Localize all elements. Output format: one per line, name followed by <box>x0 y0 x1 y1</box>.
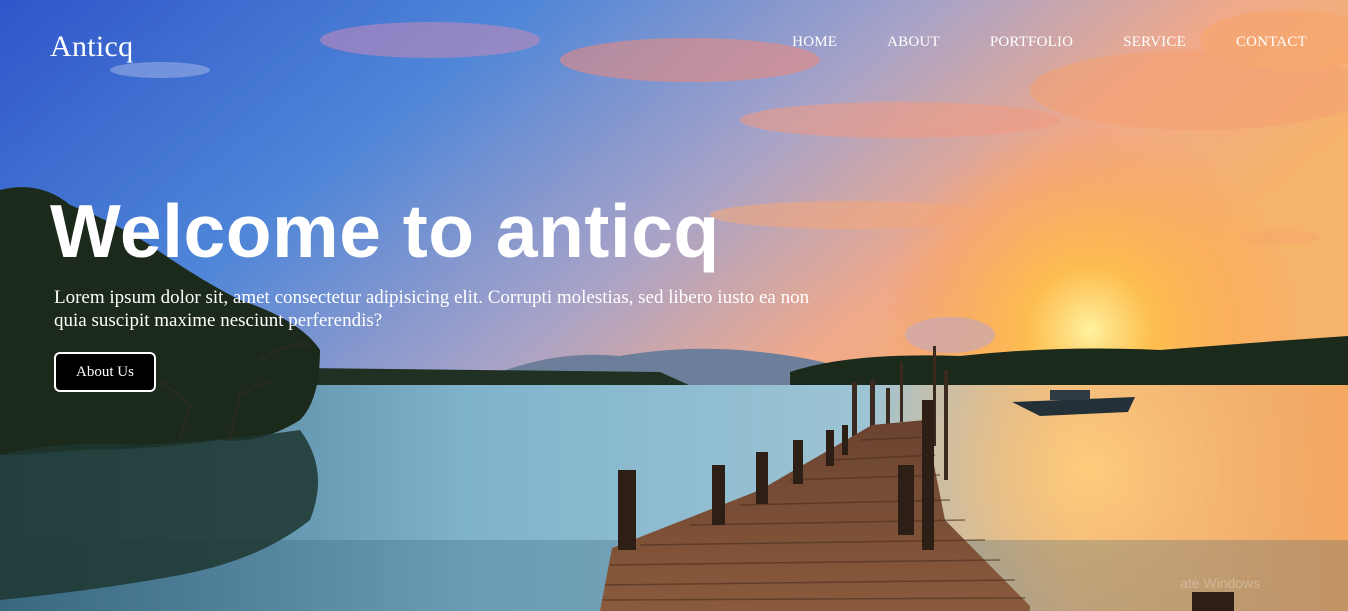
hero-section: Anticq HOME ABOUT PORTFOLIO SERVICE CONT… <box>0 0 1348 611</box>
activate-windows-watermark: ate Windows <box>1180 575 1261 591</box>
hero-title: Welcome to anticq <box>50 189 720 273</box>
nav-item-home[interactable]: HOME <box>792 34 837 51</box>
nav-item-contact[interactable]: CONTACT <box>1236 34 1307 51</box>
nav-item-about[interactable]: ABOUT <box>887 34 940 51</box>
site-logo[interactable]: Anticq <box>50 30 133 64</box>
nav-item-portfolio[interactable]: PORTFOLIO <box>990 34 1073 51</box>
hero-description: Lorem ipsum dolor sit, amet consectetur … <box>54 287 810 331</box>
nav-item-service[interactable]: SERVICE <box>1123 34 1186 51</box>
main-nav: HOME ABOUT PORTFOLIO SERVICE CONTACT <box>792 34 1307 51</box>
about-us-button[interactable]: About Us <box>54 352 156 392</box>
